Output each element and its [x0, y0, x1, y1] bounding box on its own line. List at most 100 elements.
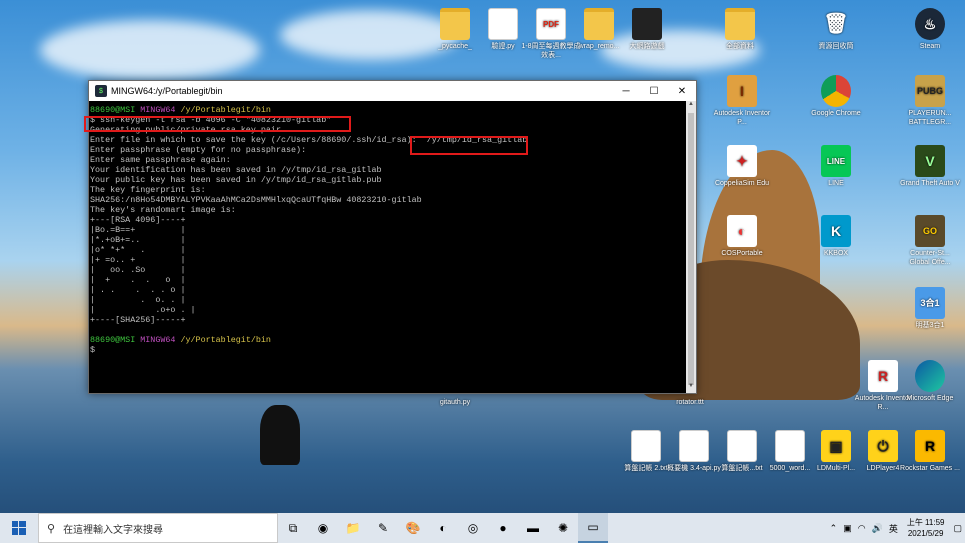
volume-icon[interactable]: 🔊	[872, 523, 883, 534]
desktop-icon[interactable]: 🗑 資源回收筒	[806, 8, 866, 51]
terminal-taskbar-icon[interactable]: ▬	[518, 513, 548, 543]
kkbox-icon: K	[821, 215, 851, 247]
terminal-line: Enter same passphrase again:	[90, 155, 231, 165]
desktop-icon[interactable]: I Autodesk Inventor P...	[712, 75, 772, 127]
close-button[interactable]: ✕	[668, 81, 696, 101]
recycle-bin-icon: 🗑	[823, 12, 849, 35]
pubg-icon: PUBG	[915, 75, 945, 107]
terminal-line: Your public key has been saved in /y/tmp…	[90, 175, 382, 185]
start-button[interactable]	[0, 513, 38, 543]
desktop-icon[interactable]: Google Chrome	[806, 75, 866, 118]
ime-indicator[interactable]: 英	[889, 522, 898, 535]
desktop-icon[interactable]: 3合1 明基3合1	[900, 287, 960, 330]
minimize-button[interactable]: ─	[612, 81, 640, 101]
path-highlight	[410, 136, 528, 155]
task-view-icon[interactable]: ⧉	[278, 513, 308, 543]
terminal-line: The key fingerprint is:	[90, 185, 206, 195]
terminal-line: | + . . o |	[90, 275, 186, 285]
network-icon[interactable]: ▣	[843, 523, 852, 534]
terminal-output[interactable]: 88690@MSI MINGW64 /y/Portablegit/bin $ ss…	[89, 101, 686, 393]
terminal-line: | .o+o . |	[90, 305, 196, 315]
desktop-icon[interactable]: R Rockstar Games ...	[900, 430, 960, 473]
desktop-icon[interactable]: Microsoft Edge	[900, 360, 960, 403]
prompt-env: MINGW64	[135, 105, 176, 115]
desktop-icon[interactable]: gitauth.py	[425, 398, 485, 407]
folder-icon	[440, 8, 470, 40]
desktop-icon[interactable]: ◐ COSPortable	[712, 215, 772, 258]
inventor-readonly-icon: R	[868, 360, 898, 392]
scroll-down-icon[interactable]: ▼	[686, 383, 696, 393]
chrome-alt-icon[interactable]: ◎	[458, 513, 488, 543]
scrollbar-thumb[interactable]	[688, 113, 694, 385]
notepad-icon[interactable]: ✎	[368, 513, 398, 543]
terminal-line: +---[RSA 4096]----+	[90, 215, 186, 225]
terminal-line: Enter file in which to save the key (/c/…	[90, 135, 528, 145]
gta-icon: V	[915, 145, 945, 177]
terminal-line: Enter passphrase (empty for no passphras…	[90, 145, 307, 155]
terminal-line: The key's randomart image is:	[90, 205, 236, 215]
file-icon	[488, 8, 518, 40]
app-taskbar-icon[interactable]: ✺	[548, 513, 578, 543]
chrome-taskbar-icon[interactable]: ◉	[308, 513, 338, 543]
desktop-icon[interactable]: 全部資料	[710, 8, 770, 51]
desktop-icon[interactable]: K KKBOX	[806, 215, 866, 258]
windows-icon	[12, 521, 26, 535]
system-tray: ⌃ ▣ ◠ 🔊 英 上午 11:59 2021/5/29 ▢	[827, 513, 965, 543]
clock-date: 2021/5/29	[907, 529, 944, 538]
terminal-line: SHA256:/n8Ho54DMBYALYPVKaaAhMCa2DsMMHlxq…	[90, 195, 422, 205]
taskbar-search[interactable]: ⚲ 在這裡輸入文字來搜尋	[38, 513, 278, 543]
rockstar-icon: R	[915, 430, 945, 462]
chrome-icon	[821, 75, 851, 107]
search-placeholder: 在這裡輸入文字來搜尋	[63, 524, 164, 536]
file-icon	[679, 430, 709, 462]
edge-icon	[915, 360, 945, 392]
mingw-taskbar-icon[interactable]: ▭	[578, 513, 608, 543]
file-icon	[775, 430, 805, 462]
inventor-icon: I	[727, 75, 757, 107]
folder-icon	[725, 8, 755, 40]
notification-icon[interactable]: ▢	[953, 523, 962, 534]
desktop-icon[interactable]: GO Counter-St... Global Offe...	[900, 215, 960, 267]
coppelia-icon: ✦	[727, 145, 757, 177]
ldmulti-icon: ▣	[821, 430, 851, 462]
ldplayer-icon: ⏻	[868, 430, 898, 462]
firefox-icon[interactable]: ●	[488, 513, 518, 543]
prompt-env: MINGW64	[135, 335, 176, 345]
terminal-line: | . o. . |	[90, 295, 186, 305]
prompt-user: 88690@MSI	[90, 335, 136, 345]
desktop-icon[interactable]: LINE LINE	[806, 145, 866, 188]
clock-time: 上午 11:59	[906, 518, 945, 527]
mingw-icon: $	[95, 85, 107, 97]
terminal-line: 88690@MSI MINGW64 /y/Portablegit/bin	[90, 335, 686, 345]
desktop-icon[interactable]: rotator.ttt	[660, 398, 720, 407]
title-bar[interactable]: $ MINGW64:/y/Portablegit/bin ─ ☐ ✕	[89, 81, 696, 101]
maximize-button[interactable]: ☐	[640, 81, 668, 101]
desktop-icon[interactable]: PUBG PLAYERUN... BATTLEGR...	[900, 75, 960, 127]
terminal-line: Your identification has been saved in /y…	[90, 165, 382, 175]
file-icon	[727, 430, 757, 462]
edge-taskbar-icon[interactable]: ◐	[428, 513, 458, 543]
paint-icon[interactable]: 🎨	[398, 513, 428, 543]
window-title: MINGW64:/y/Portablegit/bin	[111, 86, 223, 96]
file-explorer-icon[interactable]: 📁	[338, 513, 368, 543]
terminal-line: |+ =o.. + |	[90, 255, 186, 265]
desktop-icon[interactable]: ✦ CoppeliaSim Edu	[712, 145, 772, 188]
line-icon: LINE	[821, 145, 851, 177]
desktop-icon[interactable]: 大網路遊戲	[617, 8, 677, 51]
search-icon: ⚲	[47, 522, 56, 535]
taskbar: ⚲ 在這裡輸入文字來搜尋 ⧉ ◉ 📁 ✎ 🎨 ◐ ◎ ● ▬ ✺ ▭ ⌃ ▣ ◠…	[0, 513, 965, 543]
scrollbar[interactable]: ▲ ▼	[686, 101, 696, 393]
folder-icon	[584, 8, 614, 40]
desktop-icon[interactable]: V Grand Theft Auto V	[900, 145, 960, 188]
clock[interactable]: 上午 11:59 2021/5/29	[907, 517, 945, 539]
scroll-up-icon[interactable]: ▲	[686, 101, 696, 111]
terminal-line: 88690@MSI MINGW64 /y/Portablegit/bin	[90, 105, 686, 115]
terminal-line: +----[SHA256]-----+	[90, 315, 186, 325]
desktop-icon[interactable]: ♨ Steam	[900, 8, 960, 51]
terminal-line: | . . . . . o |	[90, 285, 186, 295]
wifi-icon[interactable]: ◠	[858, 523, 866, 534]
folder-icon	[632, 8, 662, 40]
prompt-path: /y/Portablegit/bin	[175, 335, 271, 345]
chevron-up-icon[interactable]: ⌃	[830, 523, 838, 534]
